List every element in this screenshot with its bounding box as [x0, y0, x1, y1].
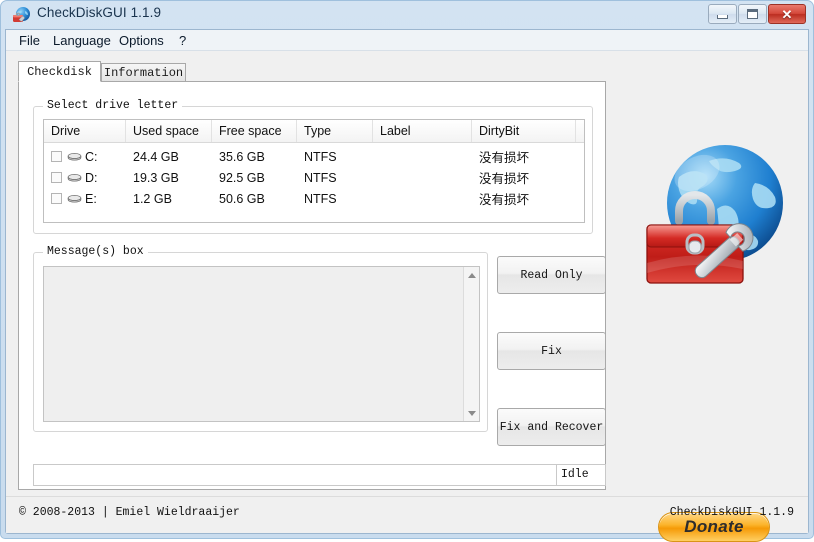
- cell-label: [373, 167, 472, 188]
- minimize-button[interactable]: [708, 4, 737, 24]
- message-box-group: Message(s) box: [33, 245, 488, 432]
- tab-information-label: Information: [103, 65, 184, 80]
- copyright-text: © 2008-2013 | Emiel Wieldraaijer: [19, 506, 240, 519]
- drive-letter: C:: [85, 149, 98, 164]
- scroll-down-icon[interactable]: [464, 405, 480, 421]
- table-row[interactable]: D: 19.3 GB 92.5 GB NTFS 没有损坏: [44, 167, 584, 188]
- drive-checkbox[interactable]: [51, 193, 62, 204]
- drive-group-label: Select drive letter: [43, 99, 183, 112]
- column-header-used-space: Used space: [126, 120, 212, 142]
- column-header-dirtybit: DirtyBit: [472, 120, 576, 142]
- drive-checkbox[interactable]: [51, 172, 62, 183]
- fix-label: Fix: [541, 344, 562, 358]
- minimize-icon: [717, 14, 728, 19]
- drive-list-header: Drive Used space Free space Type Label D…: [44, 120, 584, 143]
- drive-letter: D:: [85, 170, 98, 185]
- maximize-button[interactable]: [738, 4, 767, 24]
- status-bar: Idle: [33, 464, 606, 486]
- maximize-icon: [747, 9, 758, 19]
- drive-checkbox[interactable]: [51, 151, 62, 162]
- column-header-label: Label: [373, 120, 472, 142]
- tab-panel-checkdisk: Select drive letter Drive Used space Fre…: [18, 81, 606, 490]
- window-body: File Language Options ? Checkdisk Inform…: [5, 29, 809, 542]
- cell-free-space: 50.6 GB: [219, 191, 265, 206]
- close-button[interactable]: ✕: [768, 4, 806, 24]
- menu-item-options[interactable]: Options: [119, 33, 164, 49]
- drive-icon: [67, 174, 82, 182]
- cell-used-space: 19.3 GB: [133, 170, 179, 185]
- table-row[interactable]: C: 24.4 GB 35.6 GB NTFS 没有损坏: [44, 146, 584, 167]
- drive-icon: [67, 153, 82, 161]
- client-area: Checkdisk Information Select drive lette…: [6, 51, 808, 542]
- drive-selection-group: Select drive letter Drive Used space Fre…: [33, 99, 593, 234]
- tab-control: Checkdisk Information Select drive lette…: [18, 61, 606, 490]
- title-bar[interactable]: CheckDiskGUI 1.1.9 ✕: [1, 1, 814, 29]
- column-header-drive: Drive: [44, 120, 126, 142]
- close-icon: ✕: [781, 6, 793, 22]
- tab-information[interactable]: Information: [101, 63, 186, 82]
- status-separator: [556, 465, 557, 485]
- column-header-spacer: [576, 120, 584, 142]
- drive-list[interactable]: Drive Used space Free space Type Label D…: [43, 119, 585, 223]
- message-group-label: Message(s) box: [43, 245, 148, 258]
- cell-label: [373, 188, 472, 209]
- message-scrollbar[interactable]: [463, 267, 479, 421]
- version-text: CheckDiskGUI 1.1.9: [669, 506, 794, 519]
- cell-drive[interactable]: E:: [44, 188, 126, 209]
- window-title: CheckDiskGUI 1.1.9: [37, 5, 162, 20]
- cell-free-space: 92.5 GB: [219, 170, 265, 185]
- status-state: Idle: [561, 468, 589, 481]
- cell-type: NTFS: [304, 149, 337, 164]
- cell-type: NTFS: [304, 170, 337, 185]
- read-only-label: Read Only: [520, 268, 583, 282]
- column-header-type: Type: [297, 120, 373, 142]
- fix-and-recover-label: Fix and Recover: [499, 420, 604, 434]
- cell-drive[interactable]: C:: [44, 146, 126, 167]
- cell-used-space: 24.4 GB: [133, 149, 179, 164]
- tab-checkdisk[interactable]: Checkdisk: [18, 61, 101, 82]
- cell-type: NTFS: [304, 191, 337, 206]
- table-row[interactable]: E: 1.2 GB 50.6 GB NTFS 没有损坏: [44, 188, 584, 209]
- drive-icon: [67, 195, 82, 203]
- fix-and-recover-button[interactable]: Fix and Recover: [497, 408, 606, 446]
- menu-bar: File Language Options ?: [6, 30, 808, 51]
- read-only-button[interactable]: Read Only: [497, 256, 606, 294]
- menu-item-file[interactable]: File: [19, 33, 40, 49]
- tab-checkdisk-label: Checkdisk: [27, 64, 92, 79]
- application-window: CheckDiskGUI 1.1.9 ✕ File Language Optio…: [0, 0, 814, 542]
- cell-dirtybit: 没有损坏: [479, 193, 530, 207]
- cell-free-space: 35.6 GB: [219, 149, 265, 164]
- column-header-free-space: Free space: [212, 120, 297, 142]
- menu-item-help[interactable]: ?: [179, 33, 186, 49]
- globe-toolbox-graphic: [625, 131, 797, 301]
- cell-dirtybit: 没有损坏: [479, 172, 530, 186]
- cell-used-space: 1.2 GB: [133, 191, 172, 206]
- drive-letter: E:: [85, 191, 97, 206]
- cell-dirtybit: 没有损坏: [479, 151, 530, 165]
- cell-drive[interactable]: D:: [44, 167, 126, 188]
- cell-label: [373, 146, 472, 167]
- footer-bar: © 2008-2013 | Emiel Wieldraaijer CheckDi…: [6, 496, 808, 533]
- app-icon: [12, 6, 31, 24]
- scroll-up-icon[interactable]: [464, 267, 480, 283]
- message-textarea[interactable]: [43, 266, 480, 422]
- menu-item-language[interactable]: Language: [53, 33, 111, 49]
- fix-button[interactable]: Fix: [497, 332, 606, 370]
